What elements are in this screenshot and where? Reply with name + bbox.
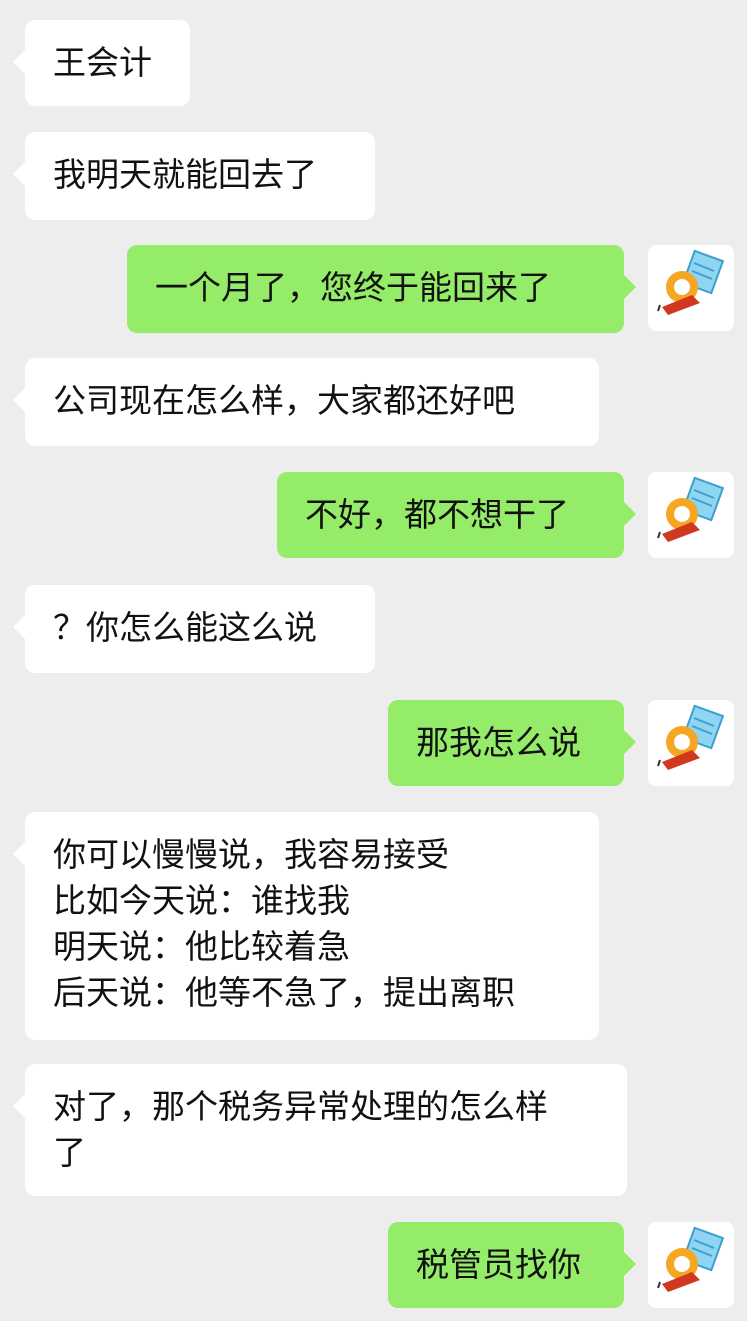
cartoon-avatar-icon [657, 1226, 725, 1292]
message-bubble-right[interactable]: 不好，都不想干了 [277, 472, 636, 558]
message-bubble-right[interactable]: 一个月了，您终于能回来了 [127, 245, 636, 333]
cartoon-avatar-icon [657, 704, 725, 770]
avatar[interactable] [648, 700, 734, 786]
cartoon-avatar-icon [657, 249, 725, 315]
message-bubble-left[interactable]: 公司现在怎么样，大家都还好吧 [13, 358, 599, 446]
message-bubble-left[interactable]: ？你怎么能这么说 [13, 585, 375, 673]
cartoon-avatar-icon [657, 476, 725, 542]
message-bubble-left[interactable]: 我明天就能回去了 [13, 132, 375, 220]
message-bubble-right[interactable]: 税管员找你 [388, 1222, 636, 1308]
message-bubble-left[interactable]: 对了，那个税务异常处理的怎么样 了 [13, 1064, 627, 1196]
message-bubble-left[interactable]: 王会计 [13, 20, 190, 106]
avatar[interactable] [648, 472, 734, 558]
avatar[interactable] [648, 1222, 734, 1308]
avatar[interactable] [648, 245, 734, 331]
message-bubble-left[interactable]: 你可以慢慢说，我容易接受 比如今天说：谁找我 明天说：他比较着急 后天说：他等不… [13, 812, 599, 1040]
message-bubble-right[interactable]: 那我怎么说 [388, 700, 636, 786]
